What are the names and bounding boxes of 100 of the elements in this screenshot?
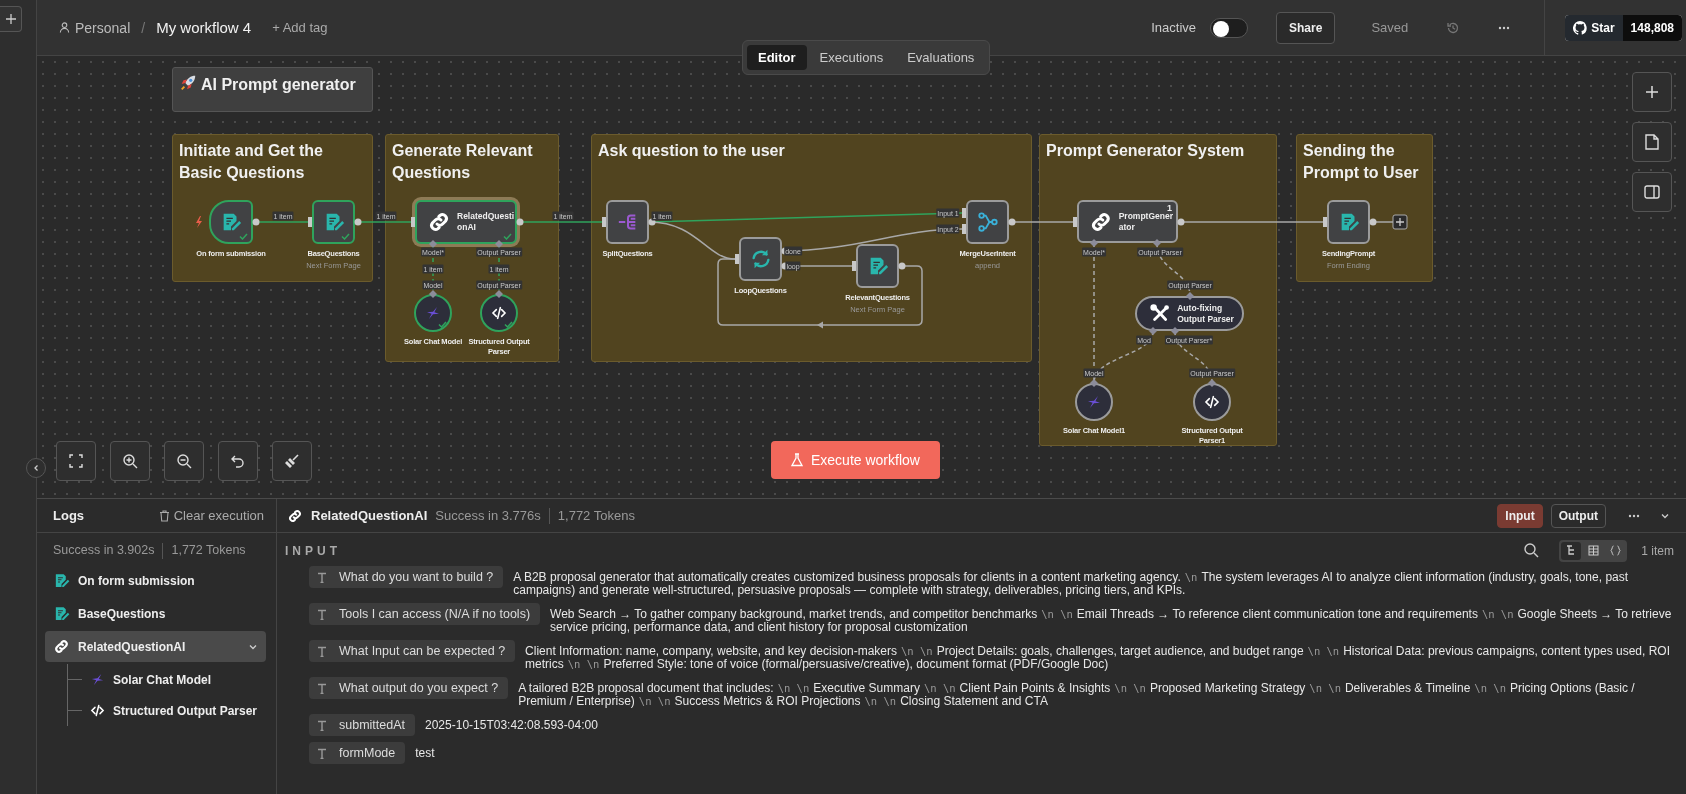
field-key: What Input can be expected ? [309, 640, 516, 662]
code-icon [491, 305, 507, 321]
workflow-node[interactable] [856, 244, 899, 288]
workflow-node[interactable] [739, 237, 782, 281]
user-icon [59, 22, 70, 33]
sidebar-icon [1644, 185, 1660, 199]
note-title: Generate Relevant Questions [392, 142, 533, 181]
log-item[interactable]: On form submission [45, 565, 266, 596]
broom-icon [284, 453, 300, 469]
workflow-node[interactable]: PromptGenerator 1 [1077, 200, 1178, 243]
sticky-note-button[interactable] [1632, 122, 1672, 162]
connector-port[interactable] [1149, 327, 1157, 335]
run-status: Success in 3.776s [435, 508, 541, 523]
node-title: Auto-fixing Output Parser [1177, 302, 1235, 325]
add-tag-link[interactable]: + Add tag [272, 20, 328, 35]
save-status: Saved [1371, 20, 1409, 35]
more-icon [1628, 513, 1640, 518]
output-port[interactable] [1008, 218, 1016, 226]
output-port[interactable] [1369, 218, 1377, 226]
project-link[interactable]: Personal [75, 19, 131, 36]
zoom-out-button[interactable] [164, 441, 204, 481]
output-port[interactable] [354, 218, 362, 226]
field-key: What do you want to build ? [309, 566, 504, 588]
text-type-icon [317, 608, 327, 620]
share-button[interactable]: Share [1276, 11, 1336, 44]
add-node-button[interactable] [1392, 214, 1408, 230]
workflow-node[interactable] [606, 200, 649, 244]
note-title: Sending the Prompt to User [1303, 142, 1419, 181]
add-node-button[interactable] [1632, 72, 1672, 112]
fit-view-icon [69, 454, 83, 468]
workflow-node[interactable]: RelatedQuestionAI [415, 200, 517, 244]
text-type-icon [317, 719, 327, 731]
output-port[interactable] [898, 262, 906, 270]
input-port[interactable] [852, 261, 856, 271]
log-item[interactable]: RelatedQuestionAI [45, 631, 266, 662]
add-button[interactable] [0, 6, 22, 32]
workflow-node[interactable]: Auto-fixing Output Parser [1135, 296, 1244, 331]
output-port[interactable] [516, 218, 524, 226]
text-type-icon [317, 747, 327, 759]
panel-title: Logs [53, 508, 85, 523]
note-title: Ask question to the user [598, 142, 785, 159]
workflow-node[interactable] [1327, 200, 1370, 244]
mode-tab[interactable]: Output [1550, 503, 1606, 528]
input-port[interactable] [735, 254, 739, 264]
view-toggle[interactable] [1561, 541, 1582, 560]
link-icon [53, 638, 70, 655]
code-icon [1204, 394, 1220, 410]
workflow-node[interactable] [312, 200, 355, 244]
field-value: Client Information: name, company, website, and key decision-makers \n \n Project Details: goals, challenges, target audience, and budget range \n \n Historical Data: previous campaigns, content types used, ROI metrics \n \n Preferred Style: tone of voice (formal/persuasive/creative), document format (PDF/Google Doc) [525, 643, 1671, 671]
plus-icon [1645, 85, 1659, 99]
sticky-note[interactable]: AI Prompt generator [172, 67, 373, 112]
workflow-node[interactable] [209, 200, 253, 244]
input-port[interactable] [411, 217, 415, 227]
zoom-out-icon [176, 453, 192, 469]
clear-execution-button[interactable]: Clear execution [158, 508, 264, 523]
view-tab[interactable]: Evaluations [896, 45, 986, 70]
tidy-up-button[interactable] [272, 441, 312, 481]
schema-icon [1565, 545, 1577, 556]
log-item[interactable]: Structured Output Parser [82, 695, 266, 726]
item-count: 1 item [1641, 543, 1674, 558]
connector-port[interactable] [1186, 292, 1194, 300]
node-title: RelatedQuestionAI [457, 211, 515, 233]
note-title: AI Prompt generator [201, 75, 356, 95]
check-icon [504, 321, 513, 328]
undo-icon [231, 454, 245, 468]
input-port[interactable] [1323, 217, 1327, 227]
text-type-icon [317, 645, 327, 657]
log-item[interactable]: Solar Chat Model [82, 664, 219, 695]
mode-tab[interactable]: Input [1497, 503, 1543, 528]
field-value: test [415, 745, 435, 760]
link-icon [427, 210, 451, 234]
form-icon [53, 605, 70, 622]
input-port[interactable] [602, 217, 606, 227]
activation-label: Inactive [1151, 20, 1197, 35]
input-port[interactable] [1073, 217, 1077, 227]
input-port[interactable] [308, 217, 312, 227]
chevron-icon [32, 464, 40, 472]
output-port[interactable] [252, 218, 260, 226]
output-port[interactable] [1177, 218, 1185, 226]
run-count: 1 [1167, 203, 1172, 213]
check-icon [341, 233, 350, 240]
workflow-name[interactable]: My workflow 4 [156, 19, 252, 36]
undo-button[interactable] [218, 441, 258, 481]
zoom-in-button[interactable] [110, 441, 150, 481]
code-icon [90, 703, 105, 718]
text-type-icon [317, 571, 327, 583]
view-tab[interactable]: Executions [808, 45, 895, 70]
panel-toggle-button[interactable] [1632, 172, 1672, 212]
workflow-node[interactable] [966, 200, 1009, 244]
log-item[interactable]: BaseQuestions [45, 598, 266, 629]
activation-toggle[interactable] [1210, 17, 1249, 38]
more-icon [1498, 25, 1511, 30]
field-key: formMode [309, 742, 406, 764]
view-tab[interactable]: Editor [747, 45, 807, 70]
field-key: Tools I can access (N/A if no tools) [309, 603, 541, 625]
check-icon [239, 233, 248, 240]
fit-view-button[interactable] [56, 441, 96, 481]
github-star-button[interactable]: Star 148,808 [1565, 14, 1682, 41]
field-value: 2025-10-15T03:42:08.593-04:00 [425, 717, 598, 732]
braces-icon [1609, 545, 1621, 556]
